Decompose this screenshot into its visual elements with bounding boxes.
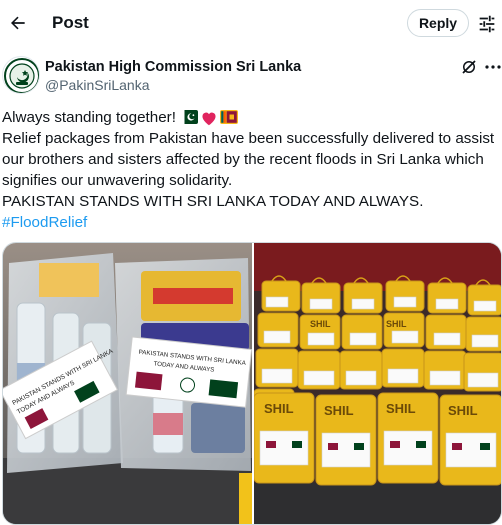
arrow-left-icon [11,16,25,30]
tweet-line: our brothers and sisters affected by the… [2,151,484,168]
tweet-text: Always standing together! Relief package… [2,107,502,233]
heart-icon [202,112,216,126]
hashtag-link[interactable]: #FloodRelief [2,212,502,233]
sliders-icon[interactable] [476,13,498,35]
svg-text:SHIL: SHIL [386,401,416,416]
tweet-line: signifies our unwavering solidarity. [2,172,233,189]
more-options-icon[interactable] [485,60,501,74]
emoji-group [179,110,238,126]
author-display-name[interactable]: Pakistan High Commission Sri Lanka [45,58,301,76]
svg-text:SHIL: SHIL [448,403,478,418]
tweet-line-text: Always standing together! [2,109,176,126]
svg-text:SHIL: SHIL [324,403,354,418]
photo-yellow-bags[interactable]: SHIL SHIL SHIL SHIL SHIL SHIL [253,243,501,524]
reply-button[interactable]: Reply [407,9,469,37]
tweet-line: PAKISTAN STANDS WITH SRI LANKA TODAY AND… [2,193,424,210]
media-grid: PAKISTAN STANDS WITH SRI LANKA TODAY AND… [2,242,502,525]
page-title: Post [52,13,89,32]
svg-text:SHIL: SHIL [310,319,331,329]
author-handle[interactable]: @PakinSriLanka [45,76,150,94]
tweet-line: Relief packages from Pakistan have been … [2,130,495,147]
svg-text:SHIL: SHIL [264,401,294,416]
top-bar: Post Reply [0,0,502,46]
sri-lanka-flag-icon [219,110,238,124]
emblem-logo [4,58,39,93]
pakistan-flag-icon [179,110,198,124]
grok-icon[interactable] [460,58,478,76]
tweet-line: Always standing together! [2,107,502,128]
photo-relief-bags[interactable]: PAKISTAN STANDS WITH SRI LANKA TODAY AND… [3,243,253,524]
back-button[interactable] [4,9,32,37]
avatar[interactable] [2,56,40,94]
svg-text:SHIL: SHIL [386,319,407,329]
